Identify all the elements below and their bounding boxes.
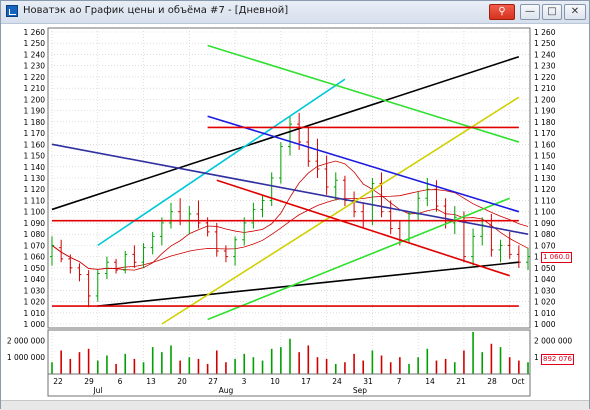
close-button[interactable]: ✕ <box>564 4 586 20</box>
app-icon <box>6 5 18 17</box>
y-tick-label-left: 1 240 <box>24 50 46 59</box>
y-tick-label-left: 1 070 <box>24 241 46 250</box>
x-day-label: 21 <box>456 377 466 386</box>
x-day-label: 27 <box>208 377 218 386</box>
x-day-label: 3 <box>242 377 247 386</box>
y-tick-label-right: 1 050 <box>534 264 556 273</box>
y-tick-label-right: 1 140 <box>534 163 556 172</box>
y-tick-label-left: 1 030 <box>24 286 46 295</box>
volume-tick-label-right: 2 000 000 <box>534 336 572 345</box>
x-day-label: 6 <box>118 377 123 386</box>
x-month-label: Sep <box>353 386 367 395</box>
y-tick-label-left: 1 130 <box>24 174 46 183</box>
y-tick-label-left: 1 000 <box>24 320 46 329</box>
y-tick-label-right: 1 040 <box>534 275 556 284</box>
y-tick-label-right: 1 020 <box>534 298 556 307</box>
last-price-label: 1 060.0 <box>541 251 572 263</box>
y-tick-label-right: 1 070 <box>534 241 556 250</box>
x-day-label: 24 <box>332 377 342 386</box>
y-tick-label-right: 1 180 <box>534 118 556 127</box>
y-tick-label-right: 1 090 <box>534 219 556 228</box>
y-tick-label-right: 1 130 <box>534 174 556 183</box>
chart-window: Новатэк ао График цены и объёма #7 - [Дн… <box>0 0 590 410</box>
maximize-button[interactable]: □ <box>542 4 562 20</box>
y-tick-label-right: 1 120 <box>534 185 556 194</box>
y-tick-label-right: 1 150 <box>534 152 556 161</box>
x-day-label: Oct <box>512 377 525 386</box>
y-tick-label-right: 1 160 <box>534 140 556 149</box>
volume-panel <box>47 329 531 375</box>
x-day-label: 13 <box>146 377 156 386</box>
y-tick-label-left: 1 160 <box>24 140 46 149</box>
y-tick-label-left: 1 050 <box>24 264 46 273</box>
y-tick-label-left: 1 040 <box>24 275 46 284</box>
y-tick-label-right: 1 080 <box>534 230 556 239</box>
x-month-label: Jul <box>92 386 102 395</box>
y-tick-label-right: 1 010 <box>534 309 556 318</box>
y-tick-label-left: 1 100 <box>24 208 46 217</box>
window-title: Новатэк ао График цены и объёма #7 - [Дн… <box>23 5 289 16</box>
y-tick-label-left: 1 230 <box>24 62 46 71</box>
y-tick-label-right: 1 190 <box>534 107 556 116</box>
y-tick-label-left: 1 080 <box>24 230 46 239</box>
volume-tick-label-left: 2 000 000 <box>7 336 45 345</box>
x-day-label: 10 <box>270 377 280 386</box>
y-tick-label-right: 1 230 <box>534 62 556 71</box>
y-tick-label-left: 1 220 <box>24 73 46 82</box>
y-tick-label-left: 1 060 <box>24 253 46 262</box>
y-tick-label-left: 1 180 <box>24 118 46 127</box>
y-tick-label-left: 1 150 <box>24 152 46 161</box>
y-tick-label-right: 1 250 <box>534 39 556 48</box>
y-tick-label-left: 1 020 <box>24 298 46 307</box>
price-volume-chart[interactable]: 1 000 1 000 1 010 1 010 1 020 1 020 1 030 1 030… <box>2 24 588 400</box>
y-tick-label-left: 1 090 <box>24 219 46 228</box>
x-day-label: 14 <box>425 377 435 386</box>
y-tick-label-left: 1 190 <box>24 107 46 116</box>
y-tick-label-right: 1 240 <box>534 50 556 59</box>
x-day-label: 22 <box>53 377 63 386</box>
y-tick-label-left: 1 210 <box>24 84 46 93</box>
x-day-label: 17 <box>301 377 311 386</box>
y-tick-label-right: 1 100 <box>534 208 556 217</box>
y-tick-label-left: 1 200 <box>24 95 46 104</box>
y-tick-label-left: 1 120 <box>24 185 46 194</box>
x-day-label: 7 <box>397 377 402 386</box>
x-month-label: Aug <box>219 386 234 395</box>
volume-tick-label-left: 1 000 000 <box>7 353 45 362</box>
y-tick-label-right: 1 030 <box>534 286 556 295</box>
y-tick-label-left: 1 140 <box>24 163 46 172</box>
x-day-label: 28 <box>487 377 497 386</box>
pin-icon[interactable]: ⚲ <box>489 4 515 20</box>
y-tick-label-left: 1 250 <box>24 39 46 48</box>
y-tick-label-left: 1 170 <box>24 129 46 138</box>
y-tick-label-right: 1 170 <box>534 129 556 138</box>
last-volume-label: 892 076 <box>541 354 574 365</box>
x-day-label: 31 <box>363 377 373 386</box>
y-tick-label-right: 1 210 <box>534 84 556 93</box>
y-tick-label-right: 1 220 <box>534 73 556 82</box>
minimize-button[interactable]: — <box>520 4 540 20</box>
y-tick-label-left: 1 260 <box>24 28 46 37</box>
x-day-label: 20 <box>177 377 187 386</box>
y-tick-label-right: 1 260 <box>534 28 556 37</box>
y-tick-label-left: 1 010 <box>24 309 46 318</box>
x-day-label: 29 <box>84 377 94 386</box>
window-titlebar[interactable]: Новатэк ао График цены и объёма #7 - [Дн… <box>1 1 589 24</box>
y-tick-label-right: 1 000 <box>534 320 556 329</box>
y-tick-label-right: 1 200 <box>534 95 556 104</box>
y-tick-label-left: 1 110 <box>24 196 46 205</box>
y-tick-label-right: 1 110 <box>534 196 556 205</box>
